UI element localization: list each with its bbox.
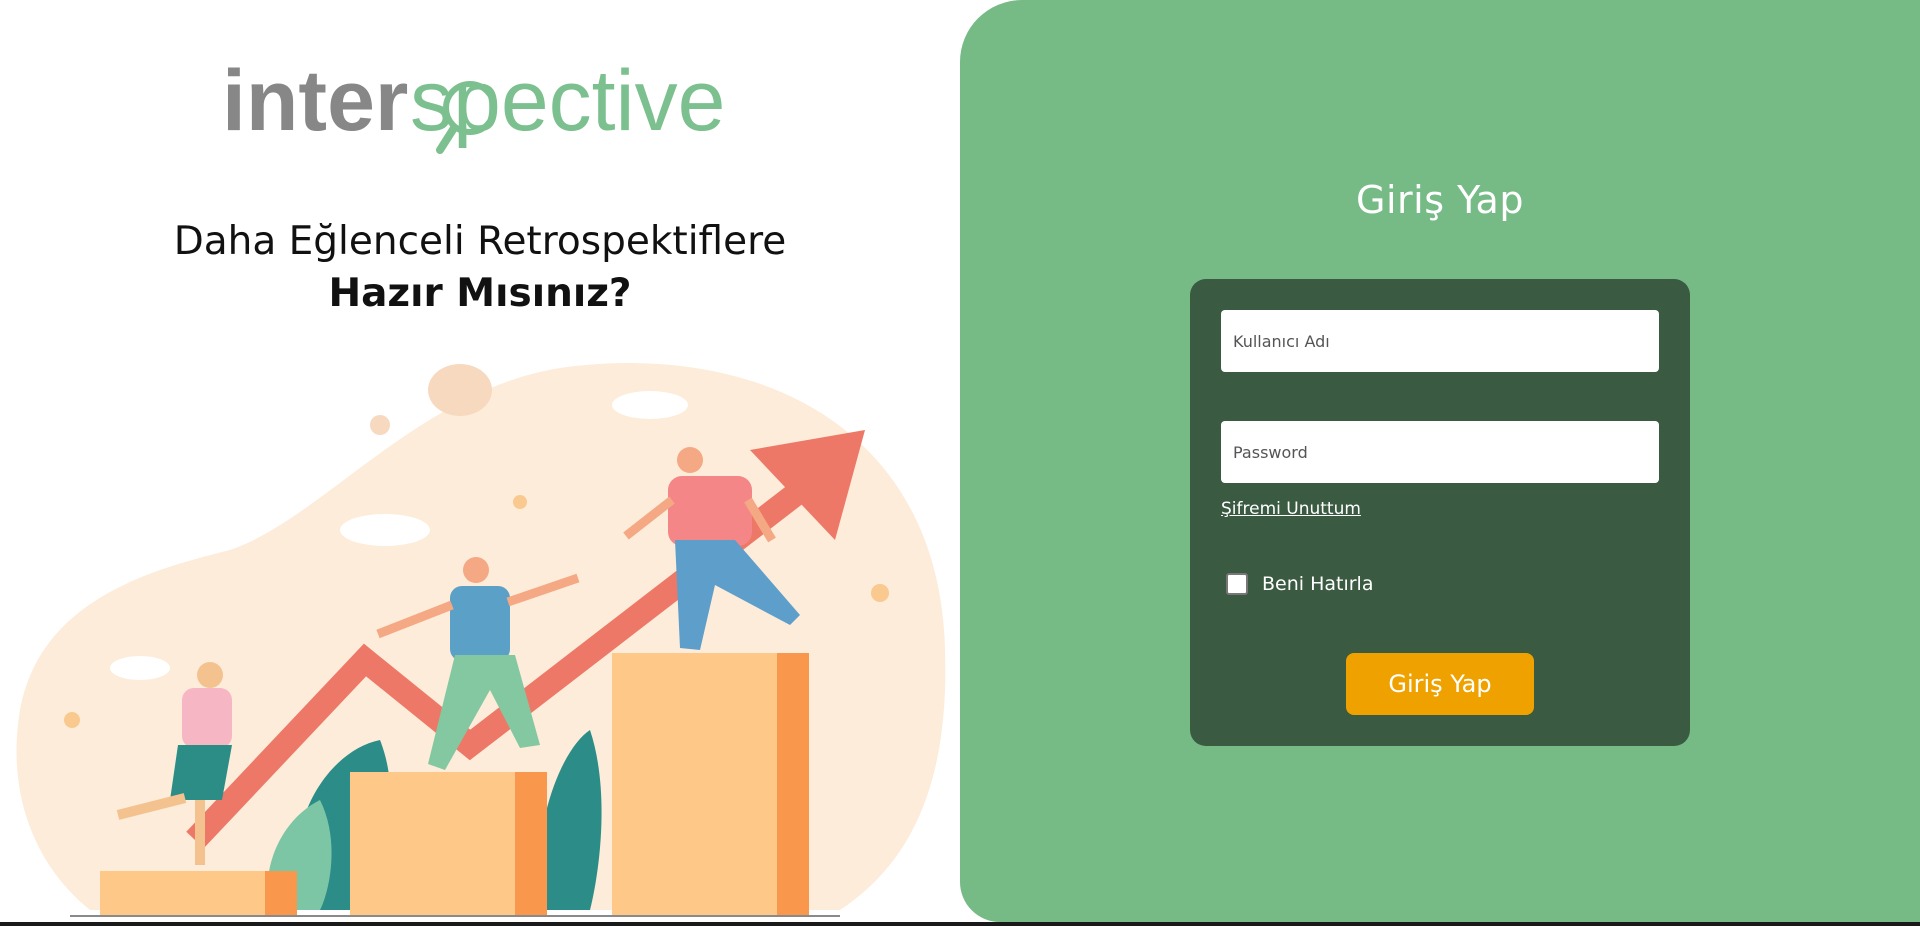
person-shirt [182, 688, 232, 748]
decor-dot [871, 584, 889, 602]
password-input[interactable] [1221, 421, 1659, 483]
person-head [463, 557, 489, 583]
login-button[interactable]: Giriş Yap [1346, 653, 1534, 715]
remember-me-checkbox[interactable] [1226, 573, 1248, 595]
step-box-small [100, 871, 265, 916]
logo-text-spective: spective [410, 53, 726, 149]
username-input[interactable] [1221, 310, 1659, 372]
step-box-small-side [265, 871, 297, 916]
person-head [197, 662, 223, 688]
hero-tagline: Daha Eğlenceli Retrospektiflere Hazır Mı… [80, 216, 880, 320]
decor-dot [64, 712, 80, 728]
logo-svg: inter spective [222, 53, 726, 154]
logo-text-inter: inter [222, 53, 408, 149]
decor-dot [370, 415, 390, 435]
login-form-card: Şifremi Unuttum Beni Hatırla Giriş Yap [1190, 279, 1690, 746]
step-box-medium-side [515, 772, 547, 916]
remember-me: Beni Hatırla [1226, 573, 1373, 595]
person-shirt [450, 586, 510, 661]
login-panel: Giriş Yap Şifremi Unuttum Beni Hatırla G… [960, 0, 1920, 922]
step-box-large [612, 653, 777, 916]
cloud-icon [340, 514, 430, 546]
illustration-svg [16, 363, 946, 917]
person-head [677, 447, 703, 473]
intersective-logo: inter spective [222, 52, 732, 167]
tagline-line2: Hazır Mısınız? [328, 271, 632, 316]
person-skirt [170, 745, 232, 800]
tagline-line1: Daha Eğlenceli Retrospektiflere [173, 219, 787, 264]
forgot-password-link[interactable]: Şifremi Unuttum [1221, 499, 1361, 519]
remember-me-label: Beni Hatırla [1262, 573, 1374, 595]
person-shirt [668, 476, 752, 546]
step-box-medium [350, 772, 515, 916]
bottom-edge-bar [0, 922, 1920, 926]
decor-dot [513, 495, 527, 509]
cloud-icon [110, 656, 170, 680]
login-title: Giriş Yap [1356, 178, 1524, 222]
growth-illustration [0, 350, 960, 926]
login-page: inter spective Daha Eğlenceli Retrospekt… [0, 0, 1920, 926]
step-box-large-side [777, 653, 809, 916]
hero-section: inter spective Daha Eğlenceli Retrospekt… [0, 0, 960, 926]
decor-blob [428, 364, 492, 416]
cloud-icon [612, 391, 688, 419]
